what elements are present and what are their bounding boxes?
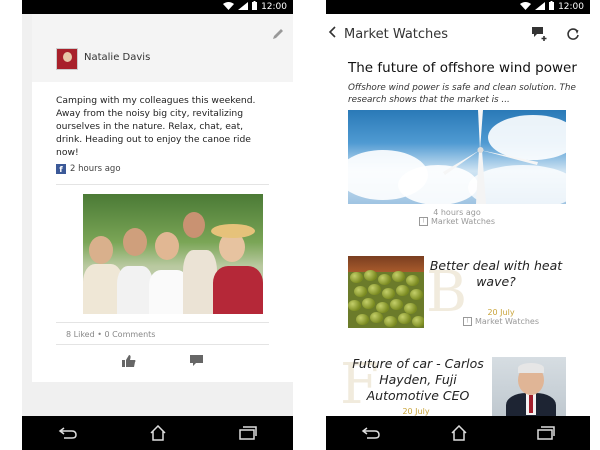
battery-icon	[252, 1, 258, 13]
back-icon[interactable]	[361, 427, 381, 439]
article-title[interactable]: The future of offshore wind power	[348, 60, 577, 76]
home-icon[interactable]	[149, 425, 167, 441]
recents-icon[interactable]	[239, 426, 257, 440]
post-actions	[32, 352, 293, 371]
rss-icon: )	[462, 317, 472, 326]
article-source[interactable]: Market Watches	[431, 217, 495, 226]
back-icon[interactable]	[58, 427, 78, 439]
signal-icon	[238, 1, 249, 13]
article-meta: 4 hours ago ) Market Watches	[348, 208, 566, 226]
avatar[interactable]	[56, 48, 78, 70]
back-chevron-icon[interactable]	[328, 26, 338, 42]
add-comment-icon[interactable]	[532, 26, 548, 45]
facebook-icon: f	[56, 164, 66, 174]
article-image[interactable]	[348, 110, 566, 204]
status-time: 12:00	[558, 2, 584, 12]
article-image[interactable]	[492, 357, 566, 417]
left-phone-screen: 12:00 Natalie Davis Camping with my coll…	[22, 0, 293, 450]
refresh-icon[interactable]	[566, 26, 580, 45]
thumbs-up-icon[interactable]	[122, 352, 136, 371]
post-text: Camping with my colleagues this weekend.…	[56, 95, 256, 158]
article-date: 20 July	[487, 308, 515, 317]
article-title[interactable]: Future of car - Carlos Hayden, Fuji Auto…	[348, 356, 488, 404]
post-meta: f 2 hours ago	[56, 164, 121, 174]
wifi-icon	[520, 1, 532, 13]
recents-icon[interactable]	[537, 426, 556, 440]
post-photo[interactable]	[83, 194, 263, 314]
wifi-icon	[223, 1, 235, 13]
post-time: 2 hours ago	[70, 164, 121, 174]
divider	[56, 184, 269, 185]
article-meta: 20 July ) Market Watches	[436, 308, 566, 326]
status-bar: 12:00	[326, 0, 590, 14]
rss-icon: )	[418, 217, 428, 226]
status-bar: 12:00	[22, 0, 293, 14]
divider	[56, 344, 269, 345]
app-bar: Market Watches	[326, 14, 590, 54]
article-title[interactable]: Better deal with heat wave?	[428, 258, 564, 290]
navigation-bar	[22, 416, 293, 450]
post-stats: 8 Liked • 0 Comments	[66, 330, 156, 339]
article-date: 20 July	[402, 407, 430, 416]
home-icon[interactable]	[450, 425, 468, 441]
article-summary: Offshore wind power is safe and clean so…	[348, 83, 576, 105]
article-source[interactable]: Market Watches	[475, 317, 539, 326]
signal-icon	[535, 1, 546, 13]
comment-icon[interactable]	[190, 352, 203, 371]
status-time: 12:00	[261, 2, 287, 12]
battery-icon	[549, 1, 555, 13]
post-author[interactable]: Natalie Davis	[84, 52, 150, 63]
article-image[interactable]	[348, 256, 424, 328]
post-card: Natalie Davis Camping with my colleagues…	[32, 14, 293, 382]
pencil-icon[interactable]	[271, 26, 285, 45]
article-time: 4 hours ago	[433, 208, 481, 217]
navigation-bar	[326, 416, 590, 450]
right-phone-screen: 12:00 Market Watches The future of offsh…	[326, 0, 590, 450]
page-title: Market Watches	[344, 26, 449, 42]
divider	[56, 322, 269, 323]
